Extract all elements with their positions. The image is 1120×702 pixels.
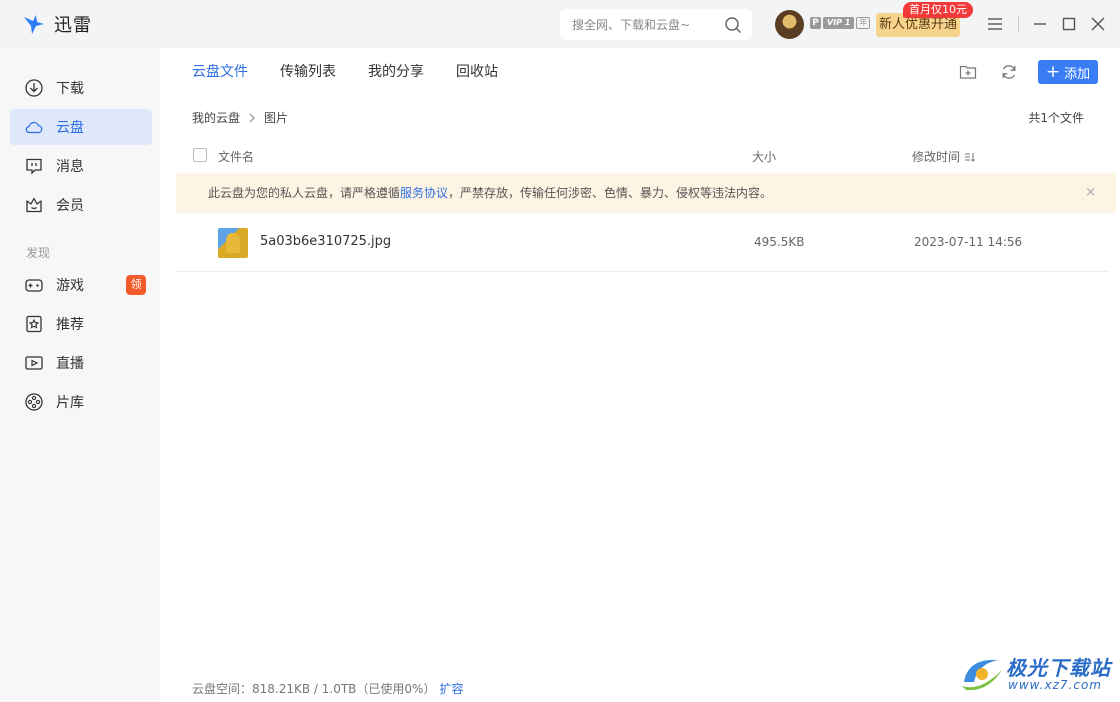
promo-tag: 首月仅10元 bbox=[903, 2, 973, 18]
sidebar: 下载 云盘 消息 会员 发现 游戏 领 推荐 直播 片库 bbox=[0, 48, 160, 702]
maximize-icon[interactable] bbox=[1060, 15, 1078, 33]
sidebar-item-label: 片库 bbox=[56, 395, 84, 411]
cloud-tabs: 云盘文件 传输列表 我的分享 回收站 bbox=[192, 62, 530, 82]
vip-badges: P VIP 1 年 bbox=[810, 17, 871, 29]
message-icon bbox=[26, 158, 42, 175]
claim-badge[interactable]: 领 bbox=[126, 275, 146, 295]
watermark-logo-icon bbox=[962, 659, 1002, 691]
expand-storage-link[interactable]: 扩容 bbox=[439, 682, 463, 696]
title-bar: 迅雷 搜全网、下载和云盘~ P VIP 1 年 新人优惠开通 首月仅10元 bbox=[0, 0, 1120, 48]
vip-level-badge: VIP 1 bbox=[823, 17, 855, 29]
avatar[interactable] bbox=[775, 10, 804, 39]
column-modified[interactable]: 修改时间 bbox=[912, 148, 976, 165]
sidebar-item-label: 下载 bbox=[56, 81, 84, 97]
crown-icon bbox=[26, 197, 42, 213]
breadcrumb-root[interactable]: 我的云盘 bbox=[192, 109, 240, 126]
thunder-bird-icon bbox=[24, 15, 44, 34]
app-title: 迅雷 bbox=[54, 15, 92, 36]
file-count: 共1个文件 bbox=[1028, 111, 1084, 125]
vip-p-badge: P bbox=[810, 17, 821, 29]
notice-close-button[interactable]: × bbox=[1085, 173, 1096, 213]
storage-usage: 云盘空间：818.21KB / 1.0TB（已使用0%） bbox=[192, 682, 436, 696]
sidebar-item-library[interactable]: 片库 bbox=[10, 384, 152, 420]
sidebar-item-messages[interactable]: 消息 bbox=[10, 148, 152, 184]
select-all-checkbox[interactable] bbox=[193, 148, 207, 162]
close-icon[interactable] bbox=[1089, 15, 1107, 33]
sidebar-item-games[interactable]: 游戏 领 bbox=[10, 267, 152, 303]
notice-text-after: ，严禁存放，传输任何涉密、色情、暴力、侵权等违法内容。 bbox=[448, 186, 773, 200]
download-icon bbox=[25, 79, 43, 97]
star-icon bbox=[26, 315, 42, 333]
menu-icon[interactable] bbox=[986, 15, 1004, 33]
watermark: 极光下载站 www.xz7.com bbox=[958, 650, 1114, 698]
minimize-icon[interactable] bbox=[1031, 15, 1049, 33]
file-modified: 2023-07-11 14:56 bbox=[914, 235, 1023, 249]
chevron-right-icon bbox=[249, 113, 255, 122]
sidebar-item-recommend[interactable]: 推荐 bbox=[10, 306, 152, 342]
breadcrumb-current: 图片 bbox=[264, 111, 289, 125]
tab-cloud-files[interactable]: 云盘文件 bbox=[192, 62, 248, 82]
file-list-header: 文件名 大小 修改时间 bbox=[176, 140, 1108, 172]
column-size[interactable]: 大小 bbox=[752, 148, 776, 165]
service-agreement-link[interactable]: 服务协议 bbox=[400, 186, 448, 200]
table-row[interactable]: 5a03b6e310725.jpg 495.5KB 2023-07-11 14:… bbox=[176, 214, 1108, 272]
search-icon[interactable] bbox=[724, 16, 742, 34]
sidebar-item-membership[interactable]: 会员 bbox=[10, 187, 152, 223]
app-logo: 迅雷 bbox=[22, 11, 92, 37]
privacy-notice: 此云盘为您的私人云盘，请严格遵循服务协议，严禁存放，传输任何涉密、色情、暴力、侵… bbox=[176, 173, 1116, 213]
title-divider bbox=[1018, 16, 1019, 32]
tab-my-shares[interactable]: 我的分享 bbox=[368, 62, 424, 82]
sidebar-item-label: 推荐 bbox=[56, 317, 84, 333]
gamepad-icon bbox=[25, 279, 43, 292]
live-icon bbox=[25, 356, 43, 370]
watermark-url: www.xz7.com bbox=[1008, 678, 1102, 692]
tab-recycle-bin[interactable]: 回收站 bbox=[456, 62, 498, 82]
sort-icon[interactable] bbox=[964, 152, 976, 162]
sidebar-item-live[interactable]: 直播 bbox=[10, 345, 152, 381]
plus-icon: + bbox=[1045, 61, 1061, 82]
new-folder-icon[interactable] bbox=[958, 62, 978, 82]
watermark-title: 极光下载站 bbox=[1006, 656, 1111, 680]
discover-section-label: 发现 bbox=[26, 246, 51, 260]
file-name[interactable]: 5a03b6e310725.jpg bbox=[260, 234, 391, 249]
sidebar-item-label: 直播 bbox=[56, 356, 84, 372]
column-modified-label: 修改时间 bbox=[912, 150, 961, 164]
sidebar-item-download[interactable]: 下载 bbox=[10, 70, 152, 106]
cloud-icon bbox=[25, 121, 43, 134]
vip-year-badge: 年 bbox=[856, 17, 871, 29]
sidebar-item-label: 游戏 bbox=[56, 278, 84, 294]
file-size: 495.5KB bbox=[754, 235, 805, 249]
sidebar-item-cloud[interactable]: 云盘 bbox=[10, 109, 152, 145]
sidebar-item-label: 消息 bbox=[56, 159, 84, 175]
breadcrumb: 我的云盘 图片 bbox=[192, 109, 288, 126]
refresh-icon[interactable] bbox=[999, 62, 1019, 82]
tab-transfer-list[interactable]: 传输列表 bbox=[280, 62, 336, 82]
storage-footer: 云盘空间：818.21KB / 1.0TB（已使用0%） 扩容 bbox=[192, 680, 463, 697]
search-box[interactable]: 搜全网、下载和云盘~ bbox=[560, 9, 752, 40]
add-button[interactable]: + 添加 bbox=[1038, 60, 1098, 84]
notice-text-before: 此云盘为您的私人云盘，请严格遵循 bbox=[208, 186, 401, 200]
image-thumbnail bbox=[218, 228, 248, 258]
add-button-label: 添加 bbox=[1064, 66, 1091, 82]
sidebar-item-label: 云盘 bbox=[56, 120, 84, 136]
sidebar-item-label: 会员 bbox=[56, 198, 84, 214]
column-name[interactable]: 文件名 bbox=[218, 148, 254, 165]
film-reel-icon bbox=[25, 393, 43, 411]
search-input[interactable]: 搜全网、下载和云盘~ bbox=[572, 16, 690, 33]
